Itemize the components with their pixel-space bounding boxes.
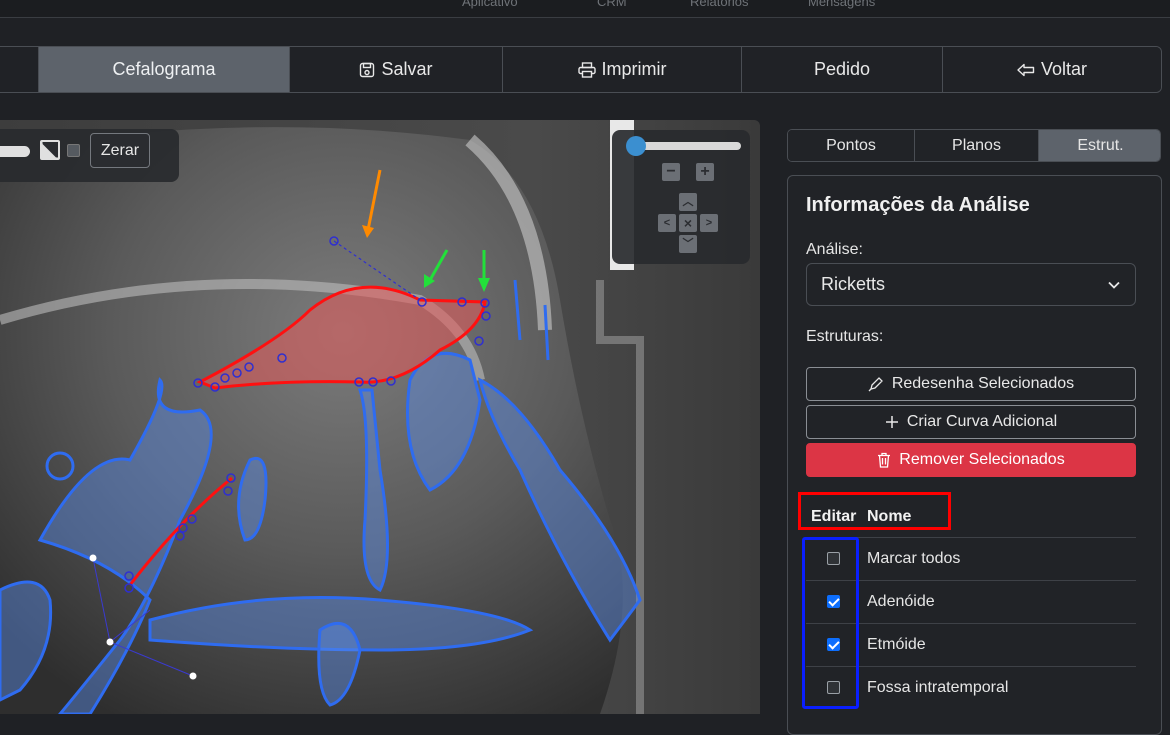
pan-right-button[interactable]: > xyxy=(700,214,718,232)
pan-reset-button[interactable]: × xyxy=(679,214,697,232)
tab-planos[interactable]: Planos xyxy=(914,130,1038,161)
option-checkbox[interactable] xyxy=(67,144,80,157)
nav-mensagens[interactable]: Mensagens xyxy=(808,0,875,9)
analise-select[interactable]: Ricketts xyxy=(806,263,1136,306)
estruturas-label: Estruturas: xyxy=(806,328,884,345)
remover-label: Remover Selecionados xyxy=(899,451,1065,468)
trash-icon xyxy=(878,452,891,468)
redesenha-label: Redesenha Selecionados xyxy=(891,375,1075,392)
criar-curva-label: Criar Curva Adicional xyxy=(906,413,1058,430)
printer-icon xyxy=(577,61,596,78)
row-name: Etmóide xyxy=(867,636,926,653)
tab-estrut[interactable]: Estrut. xyxy=(1038,130,1160,161)
nav-aplicativo[interactable]: Aplicativo xyxy=(462,0,518,9)
analise-label: Análise: xyxy=(806,241,863,258)
row-name: Adenóide xyxy=(867,593,935,610)
pan-left-button[interactable]: < xyxy=(658,214,676,232)
zoom-slider-handle[interactable] xyxy=(626,136,647,156)
panel-title: Informações da Análise xyxy=(806,194,1030,216)
cefalograma-label: Cefalograma xyxy=(112,59,216,79)
tab-pontos[interactable]: Pontos xyxy=(788,130,914,161)
main-toolbar: Cefalograma Salvar Imprimir Pedido Volta… xyxy=(0,46,1162,93)
salvar-button[interactable]: Salvar xyxy=(289,47,502,92)
save-icon xyxy=(360,62,375,77)
pedido-button[interactable]: Pedido xyxy=(741,47,942,92)
row-name: Marcar todos xyxy=(867,550,961,567)
pan-up-button[interactable]: ︿ xyxy=(679,193,697,211)
nav-relatorios[interactable]: Relatórios xyxy=(690,0,749,9)
zoom-in-button[interactable]: + xyxy=(696,163,714,181)
chevron-down-icon xyxy=(1108,281,1120,289)
analise-select-value: Ricketts xyxy=(821,274,886,294)
imprimir-button[interactable]: Imprimir xyxy=(502,47,741,92)
checkbox-column-highlight-box xyxy=(802,537,859,709)
voltar-label: Voltar xyxy=(1040,59,1088,79)
zoom-slider-track[interactable] xyxy=(626,136,741,156)
criar-curva-button[interactable]: Criar Curva Adicional xyxy=(806,405,1136,439)
toolbar-left-button[interactable] xyxy=(0,47,38,92)
nav-crm[interactable]: CRM xyxy=(597,0,627,9)
cefalograma-button[interactable]: Cefalograma xyxy=(38,47,289,92)
invert-icon xyxy=(42,142,58,158)
top-nav: Aplicativo CRM Relatórios Mensagens xyxy=(0,0,1170,18)
invert-toggle[interactable] xyxy=(40,140,60,160)
row-name: Fossa intratemporal xyxy=(867,679,1009,696)
zoom-controls: − + ︿ < × > ﹀ xyxy=(612,130,750,264)
landmark-point[interactable] xyxy=(89,554,97,562)
imprimir-label: Imprimir xyxy=(601,59,667,79)
arrow-left-icon xyxy=(1017,63,1035,76)
pen-icon xyxy=(868,377,883,392)
voltar-button[interactable]: Voltar xyxy=(942,47,1161,92)
redesenha-button[interactable]: Redesenha Selecionados xyxy=(806,367,1136,401)
salvar-label: Salvar xyxy=(381,59,433,79)
remover-button[interactable]: Remover Selecionados xyxy=(806,443,1136,477)
panel-tabs: Pontos Planos Estrut. xyxy=(787,129,1161,162)
pan-down-button[interactable]: ﹀ xyxy=(679,235,697,253)
landmark-point[interactable] xyxy=(106,638,114,646)
plus-icon xyxy=(885,416,898,428)
pedido-label: Pedido xyxy=(813,59,871,79)
zoom-out-button[interactable]: − xyxy=(662,163,680,181)
landmark-point[interactable] xyxy=(189,672,197,680)
zerar-button[interactable]: Zerar xyxy=(90,133,150,168)
header-highlight-box xyxy=(798,492,951,530)
contrast-slider[interactable] xyxy=(0,146,30,157)
